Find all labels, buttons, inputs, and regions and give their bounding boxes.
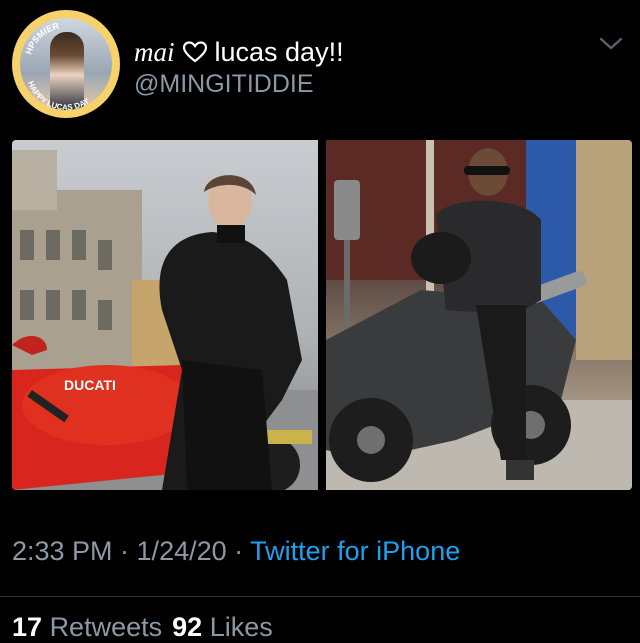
tweet-media[interactable]: DUCATI (12, 140, 632, 490)
storefront-wood (576, 140, 632, 360)
person-pants (182, 360, 272, 490)
tweet-timestamp-row: 2:33 PM · 1/24/20 · Twitter for iPhone (12, 536, 460, 567)
retweets-count: 17 (12, 612, 43, 642)
likes-label: Likes (209, 612, 273, 642)
user-handle[interactable]: @MINGITIDDIE (134, 70, 314, 99)
likes-stat[interactable]: 92 Likes (172, 612, 273, 642)
media-photo-right[interactable] (326, 140, 632, 490)
svg-text:HAPPY LUCAS DAY: HAPPY LUCAS DAY (26, 80, 91, 112)
display-name[interactable]: mai (134, 36, 175, 68)
building-tower (12, 150, 57, 210)
person-turtleneck (217, 225, 245, 243)
display-name-row[interactable]: mai lucas day!! (134, 36, 344, 68)
tweet-timestamp[interactable]: 2:33 PM · 1/24/20 · (12, 536, 250, 566)
retweets-stat[interactable]: 17 Retweets (12, 612, 162, 642)
person-shoe (506, 460, 534, 480)
display-name-italic: mai (134, 37, 175, 67)
media-photo-left[interactable]: DUCATI (12, 140, 318, 490)
photo-left-scene: DUCATI (12, 150, 318, 490)
likes-count: 92 (172, 612, 203, 642)
avatar-ring-text-bottom: HAPPY LUCAS DAY (26, 80, 91, 112)
tweet-source-link[interactable]: Twitter for iPhone (250, 536, 460, 566)
retweets-label: Retweets (49, 612, 163, 642)
motorcycle-front-hub (357, 426, 385, 454)
avatar-ring-text-top: HPSMIER (23, 21, 60, 56)
display-name-text: lucas day!! (214, 37, 344, 67)
chevron-down-icon[interactable] (598, 36, 624, 52)
photo-right-scene (326, 140, 632, 490)
parking-meter (334, 180, 360, 240)
motorcycle-helmet (411, 232, 471, 284)
divider (0, 596, 640, 597)
heart-icon (182, 41, 207, 63)
ducati-brand-text: DUCATI (64, 377, 116, 393)
tweet-stats-row: 17 Retweets 92 Likes (12, 612, 273, 643)
person-sunglasses (464, 166, 510, 175)
svg-text:HPSMIER: HPSMIER (23, 21, 60, 56)
avatar-ring-decoration: HPSMIER HAPPY LUCAS DAY (23, 21, 91, 113)
avatar[interactable]: HPSMIER HAPPY LUCAS DAY (12, 10, 120, 118)
